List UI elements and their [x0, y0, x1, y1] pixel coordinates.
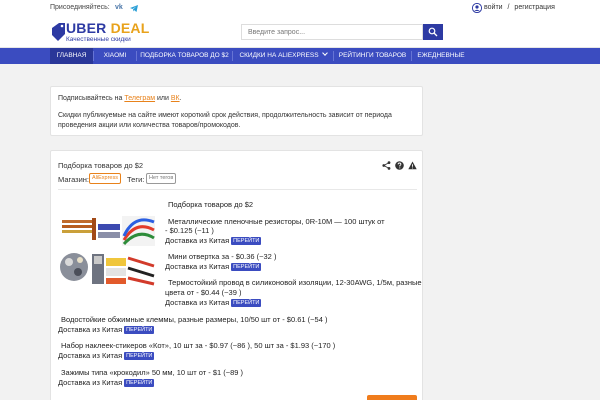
screwdriver-and-stickers-image [58, 250, 157, 288]
top-bar: Присоединяйтесь: vk войти / регистрация [0, 0, 600, 17]
shipping-text: Доставка из Китая [58, 325, 123, 334]
tags-label: Теги: [127, 175, 145, 184]
post-card: Подборка товаров до $2 Магазин: AliExpre… [50, 150, 423, 400]
item-shipping: Доставка из Китая ПЕРЕЙТИ [165, 236, 262, 245]
join-label: Присоединяйтесь: [50, 4, 110, 11]
post-title[interactable]: Подборка товаров до $2 [58, 161, 143, 170]
go-button[interactable]: ПЕРЕЙТИ [231, 263, 262, 271]
search-input[interactable] [241, 24, 423, 40]
item-shipping: Доставка из Китая ПЕРЕЙТИ [58, 325, 155, 334]
logo-wordmark[interactable]: UBER DEAL [66, 20, 150, 36]
register-link[interactable]: регистрация [514, 4, 554, 11]
user-icon [472, 3, 482, 13]
login-link[interactable]: войти [484, 4, 503, 11]
nav-item-under-2[interactable]: ПОДБОРКА ТОВАРОВ ДО $2 [137, 48, 232, 64]
logo-tagline: Качественные скидки [66, 36, 131, 43]
nav-item-xiaomi[interactable]: XIAOMI [94, 48, 136, 64]
search-icon [428, 27, 438, 36]
logo-uber: UBER [66, 20, 107, 36]
store-label: Магазин: [58, 175, 90, 184]
main-nav: ГЛАВНАЯ XIAOMI ПОДБОРКА ТОВАРОВ ДО $2 СК… [0, 48, 600, 64]
price-tag-logo-icon[interactable] [50, 22, 66, 42]
subscribe-suffix: . [179, 95, 182, 102]
item-shipping: Доставка из Китая ПЕРЕЙТИ [58, 351, 155, 360]
item-shipping: Доставка из Китая ПЕРЕЙТИ [58, 378, 155, 387]
warning-icon[interactable] [408, 161, 417, 170]
item-text-line: Водостойкие обжимные клеммы, разные разм… [61, 315, 328, 324]
resistors-image [58, 210, 157, 248]
go-button[interactable]: ПЕРЕЙТИ [231, 237, 262, 245]
item-text-line: Термостойкий провод в силиконовой изоляц… [168, 278, 422, 287]
help-icon[interactable] [395, 161, 404, 170]
item-text-line: - $0.125 (~11 ) [165, 226, 214, 235]
item-text-line: цвета от - $0.44 (~39 ) [165, 288, 242, 297]
shipping-text: Доставка из Китая [58, 351, 123, 360]
item-text-line: Набор наклеек-стикеров «Кот», 10 шт за -… [61, 341, 336, 350]
nav-item-aliexpress-label: СКИДКИ НА ALIEXPRESS [239, 52, 319, 59]
read-more-button[interactable] [367, 395, 417, 400]
shipping-text: Доставка из Китая [165, 262, 230, 271]
chevron-down-icon [321, 50, 328, 56]
auth-separator: / [507, 4, 510, 11]
discount-disclaimer: Скидки публикуемые на сайте имеют коротк… [58, 112, 392, 129]
telegram-icon[interactable] [130, 5, 138, 12]
store-tag[interactable]: AliExpress [89, 173, 121, 184]
nav-item-home[interactable]: ГЛАВНАЯ [50, 48, 93, 64]
shipping-text: Доставка из Китая [165, 236, 230, 245]
nav-item-aliexpress[interactable]: СКИДКИ НА ALIEXPRESS [233, 48, 333, 64]
shipping-text: Доставка из Китая [58, 378, 123, 387]
nav-item-ratings[interactable]: РЕЙТИНГИ ТОВАРОВ [334, 48, 411, 64]
go-button[interactable]: ПЕРЕЙТИ [124, 326, 155, 334]
telegram-link[interactable]: Телеграм [124, 95, 155, 102]
tags-value: Нет тегов [146, 173, 177, 184]
subscribe-or: или [155, 95, 171, 102]
site-header: UBER DEAL Качественные скидки [0, 17, 600, 48]
item-text-line: Мини отвертка за - $0.36 (~32 ) [168, 252, 277, 261]
post-body-title: Подборка товаров до $2 [168, 200, 254, 209]
auth-links: войти / регистрация [484, 4, 555, 11]
share-icon[interactable] [382, 161, 391, 170]
subscribe-prefix: Подписывайтесь на [58, 95, 125, 102]
item-shipping: Доставка из Китая ПЕРЕЙТИ [165, 262, 262, 271]
nav-item-daily[interactable]: ЕЖЕДНЕВНЫЕ [412, 48, 470, 64]
logo-deal: DEAL [110, 20, 150, 36]
go-button[interactable]: ПЕРЕЙТИ [231, 299, 262, 307]
item-text-line: Металлические пленочные резисторы, 0R-10… [168, 217, 385, 226]
item-shipping: Доставка из Китая ПЕРЕЙТИ [165, 298, 262, 307]
product-images [58, 210, 157, 288]
shipping-text: Доставка из Китая [165, 298, 230, 307]
subscribe-notice: Подписывайтесь на Телеграм или ВК. Скидк… [50, 86, 423, 136]
search-button[interactable] [423, 24, 443, 40]
item-text-line: Зажимы типа «крокодил» 50 мм, 10 шт от -… [61, 368, 244, 377]
vk-link[interactable]: ВК [171, 95, 180, 102]
subscribe-line: Подписывайтесь на Телеграм или ВК. [58, 95, 182, 102]
go-button[interactable]: ПЕРЕЙТИ [124, 379, 155, 387]
vk-icon[interactable]: vk [115, 4, 123, 11]
card-divider [58, 189, 417, 190]
go-button[interactable]: ПЕРЕЙТИ [124, 352, 155, 360]
